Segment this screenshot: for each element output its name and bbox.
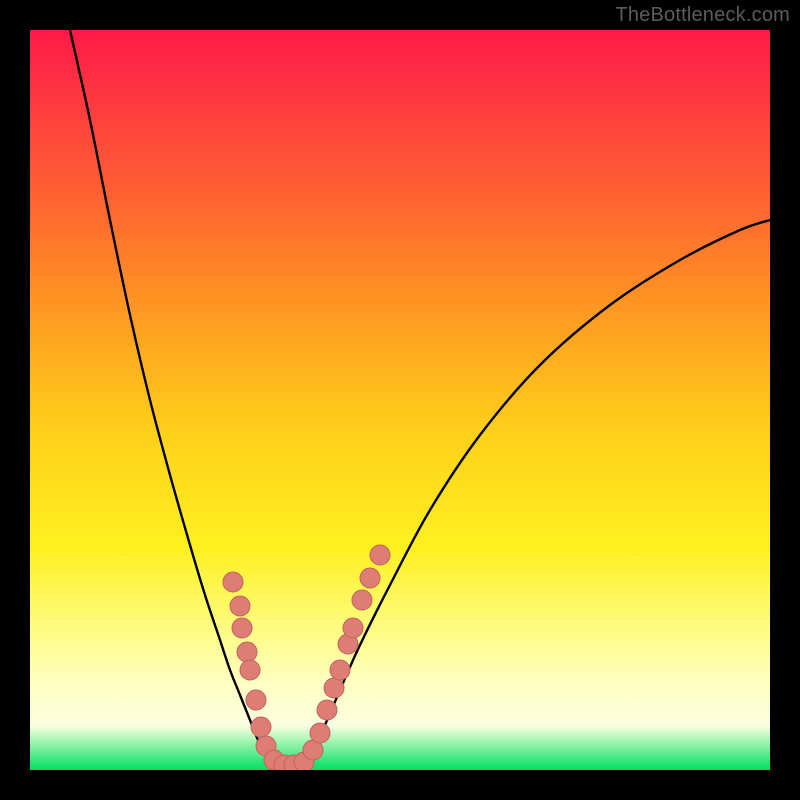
chart-area — [30, 30, 770, 770]
scatter-dot — [324, 678, 344, 698]
scatter-dot — [240, 660, 260, 680]
scatter-dots — [223, 545, 390, 770]
scatter-dot — [360, 568, 380, 588]
scatter-dot — [223, 572, 243, 592]
scatter-dot — [230, 596, 250, 616]
scatter-dot — [370, 545, 390, 565]
scatter-dot — [310, 723, 330, 743]
scatter-dot — [343, 618, 363, 638]
scatter-dot — [352, 590, 372, 610]
scatter-dot — [330, 660, 350, 680]
watermark-text: TheBottleneck.com — [615, 4, 790, 27]
bottleneck-chart — [30, 30, 770, 770]
scatter-dot — [237, 642, 257, 662]
scatter-dot — [232, 618, 252, 638]
scatter-dot — [246, 690, 266, 710]
scatter-dot — [317, 700, 337, 720]
curve-path — [70, 30, 770, 768]
scatter-dot — [251, 717, 271, 737]
